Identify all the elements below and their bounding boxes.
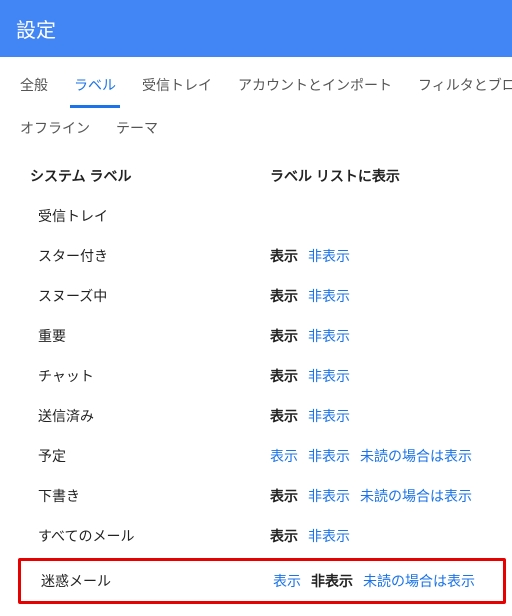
labels-content: システム ラベル ラベル リストに表示 受信トレイスター付き表示非表示スヌーズ中… — [0, 158, 512, 616]
tab-0[interactable]: 全般 — [16, 67, 52, 105]
show-link[interactable]: 表示 — [273, 571, 301, 591]
label-name: 予定 — [0, 446, 270, 466]
hide-link[interactable]: 非表示 — [308, 366, 350, 386]
label-row: スター付き表示非表示 — [0, 236, 512, 276]
hide-link[interactable]: 非表示 — [308, 246, 350, 266]
label-name: チャット — [0, 366, 270, 386]
label-name: スヌーズ中 — [0, 286, 270, 306]
label-actions: 表示非表示 — [270, 246, 512, 266]
label-name: 下書き — [0, 486, 270, 506]
label-name: すべてのメール — [0, 526, 270, 546]
page-title: 設定 — [16, 20, 56, 42]
show-link[interactable]: 表示 — [270, 406, 298, 426]
label-actions: 表示非表示 — [270, 406, 512, 426]
hide-link[interactable]: 非表示 — [308, 286, 350, 306]
label-actions: 表示非表示未読の場合は表示 — [270, 446, 512, 466]
column-show-in-list: ラベル リストに表示 — [270, 166, 512, 186]
hide-link[interactable]: 非表示 — [308, 326, 350, 346]
label-actions: 表示非表示 — [270, 286, 512, 306]
label-actions: 表示非表示 — [270, 326, 512, 346]
label-name: 重要 — [0, 326, 270, 346]
tabs-row-1: 全般ラベル受信トレイアカウントとインポートフィルタとブロック — [0, 57, 512, 108]
label-row: 下書き表示非表示未読の場合は表示 — [0, 476, 512, 516]
show-link[interactable]: 表示 — [270, 246, 298, 266]
hide-link[interactable]: 非表示 — [311, 571, 353, 591]
label-actions: 表示非表示 — [270, 526, 512, 546]
show-link[interactable]: 表示 — [270, 366, 298, 386]
label-row: すべてのメール表示非表示 — [0, 516, 512, 556]
label-name: 受信トレイ — [0, 206, 270, 226]
label-actions: 表示非表示 — [270, 366, 512, 386]
hide-link[interactable]: 非表示 — [308, 406, 350, 426]
highlighted-row: 迷惑メール表示非表示未読の場合は表示 — [18, 558, 506, 604]
tab-4[interactable]: フィルタとブロック — [414, 67, 512, 105]
label-rows: 受信トレイスター付き表示非表示スヌーズ中表示非表示重要表示非表示チャット表示非表… — [0, 196, 512, 604]
show-if-unread-link[interactable]: 未読の場合は表示 — [360, 446, 472, 466]
hide-link[interactable]: 非表示 — [308, 486, 350, 506]
label-row: 迷惑メール表示非表示未読の場合は表示 — [21, 561, 499, 601]
show-link[interactable]: 表示 — [270, 486, 298, 506]
show-link[interactable]: 表示 — [270, 326, 298, 346]
settings-header: 設定 — [0, 0, 512, 57]
hide-link[interactable]: 非表示 — [308, 526, 350, 546]
show-link[interactable]: 表示 — [270, 286, 298, 306]
label-row: 受信トレイ — [0, 196, 512, 236]
label-actions: 表示非表示未読の場合は表示 — [270, 486, 512, 506]
hide-link[interactable]: 非表示 — [308, 446, 350, 466]
show-if-unread-link[interactable]: 未読の場合は表示 — [363, 571, 475, 591]
label-actions: 表示非表示未読の場合は表示 — [273, 571, 499, 591]
show-link[interactable]: 表示 — [270, 526, 298, 546]
show-link[interactable]: 表示 — [270, 446, 298, 466]
label-name: スター付き — [0, 246, 270, 266]
label-name: 送信済み — [0, 406, 270, 426]
show-if-unread-link[interactable]: 未読の場合は表示 — [360, 486, 472, 506]
tabs-row-2: オフラインテーマ — [0, 108, 512, 158]
columns-header: システム ラベル ラベル リストに表示 — [0, 158, 512, 196]
label-row: スヌーズ中表示非表示 — [0, 276, 512, 316]
label-name: 迷惑メール — [21, 571, 273, 591]
label-row: 送信済み表示非表示 — [0, 396, 512, 436]
tab-3[interactable]: アカウントとインポート — [234, 67, 396, 105]
tab-1[interactable]: テーマ — [112, 110, 162, 148]
column-system-labels: システム ラベル — [0, 166, 270, 186]
label-row: チャット表示非表示 — [0, 356, 512, 396]
label-row: 重要表示非表示 — [0, 316, 512, 356]
tab-0[interactable]: オフライン — [16, 110, 94, 148]
label-row: 予定表示非表示未読の場合は表示 — [0, 436, 512, 476]
tab-2[interactable]: 受信トレイ — [138, 67, 216, 105]
tab-1[interactable]: ラベル — [70, 67, 120, 108]
